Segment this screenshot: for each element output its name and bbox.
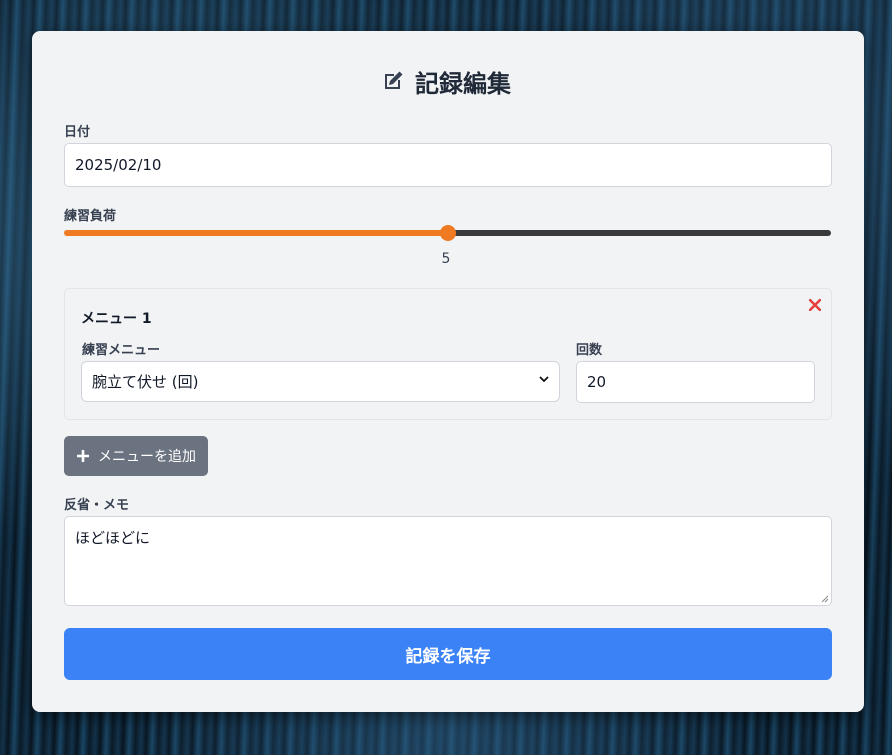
chevron-down-icon xyxy=(539,376,549,383)
date-value: 2025/02/10 xyxy=(75,156,162,174)
page-title-text: 記録編集 xyxy=(415,69,511,98)
date-input[interactable]: 2025/02/10 xyxy=(64,143,832,187)
exercise-select[interactable]: 腕立て伏せ (回) xyxy=(81,361,560,402)
save-record-label: 記録を保存 xyxy=(405,646,491,667)
load-slider-track[interactable] xyxy=(447,230,831,236)
add-menu-button[interactable]: メニューを追加 xyxy=(64,436,208,476)
load-value: 5 xyxy=(441,251,451,267)
memo-label: 反省・メモ xyxy=(64,498,130,513)
page-title: 記録編集 xyxy=(0,64,892,98)
load-label: 練習負荷 xyxy=(64,209,117,224)
menu-title: メニュー 1 xyxy=(81,311,152,327)
edit-icon xyxy=(385,71,403,89)
count-input[interactable]: 20 xyxy=(576,361,815,403)
load-slider-thumb[interactable] xyxy=(439,225,456,241)
plus-icon xyxy=(77,450,89,462)
close-icon xyxy=(808,298,822,312)
memo-textarea[interactable]: ほどほどに xyxy=(64,516,832,606)
count-value: 20 xyxy=(587,373,607,391)
exercise-label: 練習メニュー xyxy=(82,343,161,358)
count-label: 回数 xyxy=(576,343,603,358)
save-record-button[interactable]: 記録を保存 xyxy=(64,628,832,680)
memo-value: ほどほどに xyxy=(75,529,151,547)
add-menu-label: メニューを追加 xyxy=(98,449,196,465)
remove-menu-button[interactable] xyxy=(806,295,824,315)
resize-grip-icon[interactable] xyxy=(821,595,829,603)
load-slider-fill[interactable] xyxy=(64,230,448,236)
exercise-select-value: 腕立て伏せ (回) xyxy=(92,373,199,391)
date-label: 日付 xyxy=(64,125,91,140)
